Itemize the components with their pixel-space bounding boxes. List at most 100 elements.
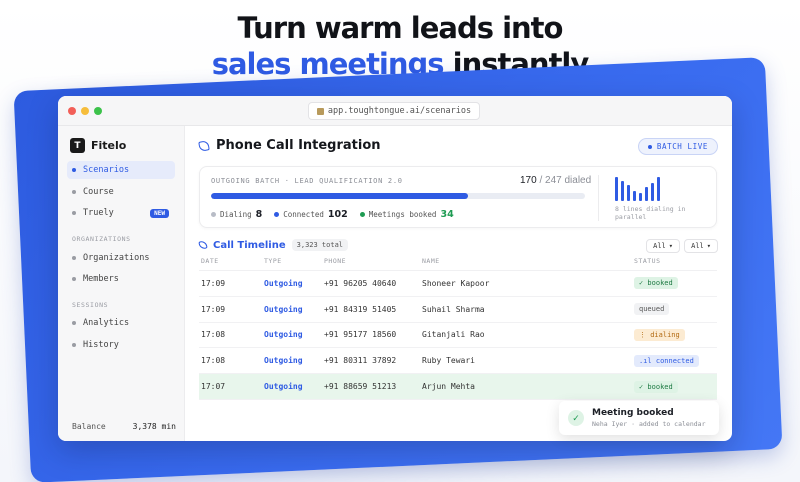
section-label-organizations: ORGANIZATIONS <box>72 235 131 243</box>
cell-name: Arjun Mehta <box>422 382 475 392</box>
check-icon: ✓ <box>568 410 584 426</box>
sidebar-item-truely[interactable]: Truely NEW <box>67 204 175 222</box>
filter-dropdown-2[interactable]: All ▾ <box>684 239 718 253</box>
parallel-lines-caption: 8 lines dialing in parallel <box>615 205 686 221</box>
table-row[interactable]: 17:09 Outgoing +91 84319 51405 Suhail Sharm… <box>199 297 717 323</box>
sidebar-item-organizations[interactable]: Organizations <box>67 249 175 267</box>
cell-phone: +91 96205 40640 <box>324 278 397 288</box>
batch-live-badge[interactable]: BATCH LIVE <box>637 138 718 155</box>
mini-bar <box>645 187 648 201</box>
cell-phone: +91 88659 51213 <box>324 382 397 392</box>
live-dot-icon <box>647 144 652 149</box>
stat-value: 34 <box>440 209 454 220</box>
parallel-lines-bars-icon <box>615 175 660 201</box>
timeline-title: Call Timeline <box>213 239 286 251</box>
sidebar: T Fitelo Scenarios Course Truely NEW ORG… <box>58 126 185 441</box>
cell-type: Outgoing <box>264 330 303 340</box>
cell-status: ✓ booked <box>634 277 717 290</box>
divider <box>598 175 599 221</box>
sidebar-item-label: Organizations <box>83 253 150 263</box>
cell-name: Shoneer Kapoor <box>422 278 490 288</box>
table-row[interactable]: 17:08 Outgoing +91 80311 37892 Ruby Tewari.… <box>199 348 717 375</box>
batch-card: OUTGOING BATCH · LEAD QUALIFICATION 2.0 … <box>199 166 717 228</box>
sidebar-item-scenarios[interactable]: Scenarios <box>67 161 175 179</box>
column-header-phone: PHONE <box>324 257 347 265</box>
section-label-sessions: SESSIONS <box>72 301 109 309</box>
filter-value: All <box>691 242 704 250</box>
balance: Balance 3,378 min <box>72 422 176 431</box>
batch-count: 170 / 247 dialed <box>520 175 591 186</box>
cell-name: Gitanjali Rao <box>422 330 485 340</box>
status-badge: .ıl connected <box>634 354 699 367</box>
toast-body: Meeting booked Neha Iyer · added to cale… <box>592 408 706 428</box>
table-header: DATE TYPE PHONE NAME STATUS <box>199 257 717 271</box>
phone-icon <box>198 139 210 152</box>
browser-titlebar: app.toughtongue.ai/scenarios <box>58 96 732 126</box>
column-header-status: STATUS <box>634 257 661 265</box>
batch-title: OUTGOING BATCH · LEAD QUALIFICATION 2.0 <box>211 177 403 185</box>
mini-bar <box>615 177 618 201</box>
sidebar-item-members[interactable]: Members <box>67 270 175 288</box>
cell-status: ⋮ dialing <box>634 328 717 341</box>
stat-label: Meetings booked <box>368 210 437 219</box>
cell-status: queued <box>634 303 717 316</box>
filter-dropdown-1[interactable]: All ▾ <box>646 239 680 253</box>
timeline-total-badge: 3,323 total <box>291 239 348 251</box>
maximize-window-button[interactable] <box>94 107 102 115</box>
sidebar-item-history[interactable]: History <box>67 336 175 354</box>
chevron-down-icon: ▾ <box>706 242 711 250</box>
stat-label: Dialing <box>220 210 252 219</box>
cell-date: 17:07 <box>201 382 226 392</box>
mini-bar <box>633 191 636 201</box>
cell-type: Outgoing <box>264 278 303 288</box>
stat-dialing: Dialing 8 <box>211 209 262 220</box>
batch-total: / 247 dialed <box>536 175 592 186</box>
new-badge: NEW <box>150 208 169 218</box>
table-row[interactable]: 17:09 Outgoing +91 96205 40640 Shoneer Kapo… <box>199 271 717 297</box>
bullet-icon <box>72 256 76 260</box>
mini-bar <box>639 193 642 201</box>
url-text: app.toughtongue.ai/scenarios <box>327 106 472 116</box>
close-window-button[interactable] <box>68 107 76 115</box>
balance-label: Balance <box>72 422 106 431</box>
brand[interactable]: T Fitelo <box>70 138 126 153</box>
cell-status: .ıl connected <box>634 354 717 367</box>
brand-name: Fitelo <box>91 139 127 152</box>
mini-bar <box>621 181 624 201</box>
stat-value: 102 <box>327 209 348 220</box>
minimize-window-button[interactable] <box>81 107 89 115</box>
sidebar-item-label: History <box>83 340 119 350</box>
timeline-header: Call Timeline 3,323 total <box>198 239 348 251</box>
batch-progress-bar <box>211 193 585 199</box>
chevron-down-icon: ▾ <box>668 242 673 250</box>
status-badge: ✓ booked <box>634 380 678 393</box>
cell-date: 17:08 <box>201 356 226 366</box>
toast-subtitle: Neha Iyer · added to calendar <box>592 420 706 428</box>
sidebar-item-label: Truely <box>83 208 114 218</box>
cell-status: ✓ booked <box>634 380 717 393</box>
sidebar-item-course[interactable]: Course <box>67 183 175 201</box>
sidebar-item-label: Analytics <box>83 318 130 328</box>
dot-icon <box>359 212 365 217</box>
bullet-icon <box>72 277 76 281</box>
mini-bar <box>651 183 654 201</box>
dot-icon <box>274 212 280 217</box>
status-badge: queued <box>634 303 670 316</box>
sidebar-item-analytics[interactable]: Analytics <box>67 314 175 332</box>
column-header-name: NAME <box>422 257 440 265</box>
bullet-icon <box>72 321 76 325</box>
table-row[interactable]: 17:08 Outgoing +91 95177 18560 Gitanjali Ra… <box>199 323 717 349</box>
stat-label: Connected <box>283 210 324 219</box>
lock-icon <box>316 107 324 115</box>
main-content: Phone Call Integration BATCH LIVE OUTGOI… <box>185 126 732 441</box>
table-row[interactable]: 17:07 Outgoing +91 88659 51213 Arjun Mehta ✓… <box>199 374 717 400</box>
address-bar[interactable]: app.toughtongue.ai/scenarios <box>308 102 480 120</box>
sidebar-item-label: Scenarios <box>83 165 130 175</box>
bullet-icon <box>72 190 76 194</box>
meeting-booked-toast[interactable]: ✓ Meeting booked Neha Iyer · added to ca… <box>559 401 719 435</box>
cell-date: 17:09 <box>201 278 226 288</box>
batch-stats: Dialing 8 Connected 102 Meetings booked … <box>211 209 454 220</box>
stat-connected: Connected 102 <box>274 209 348 220</box>
cell-phone: +91 84319 51405 <box>324 304 397 314</box>
cell-phone: +91 95177 18560 <box>324 330 397 340</box>
